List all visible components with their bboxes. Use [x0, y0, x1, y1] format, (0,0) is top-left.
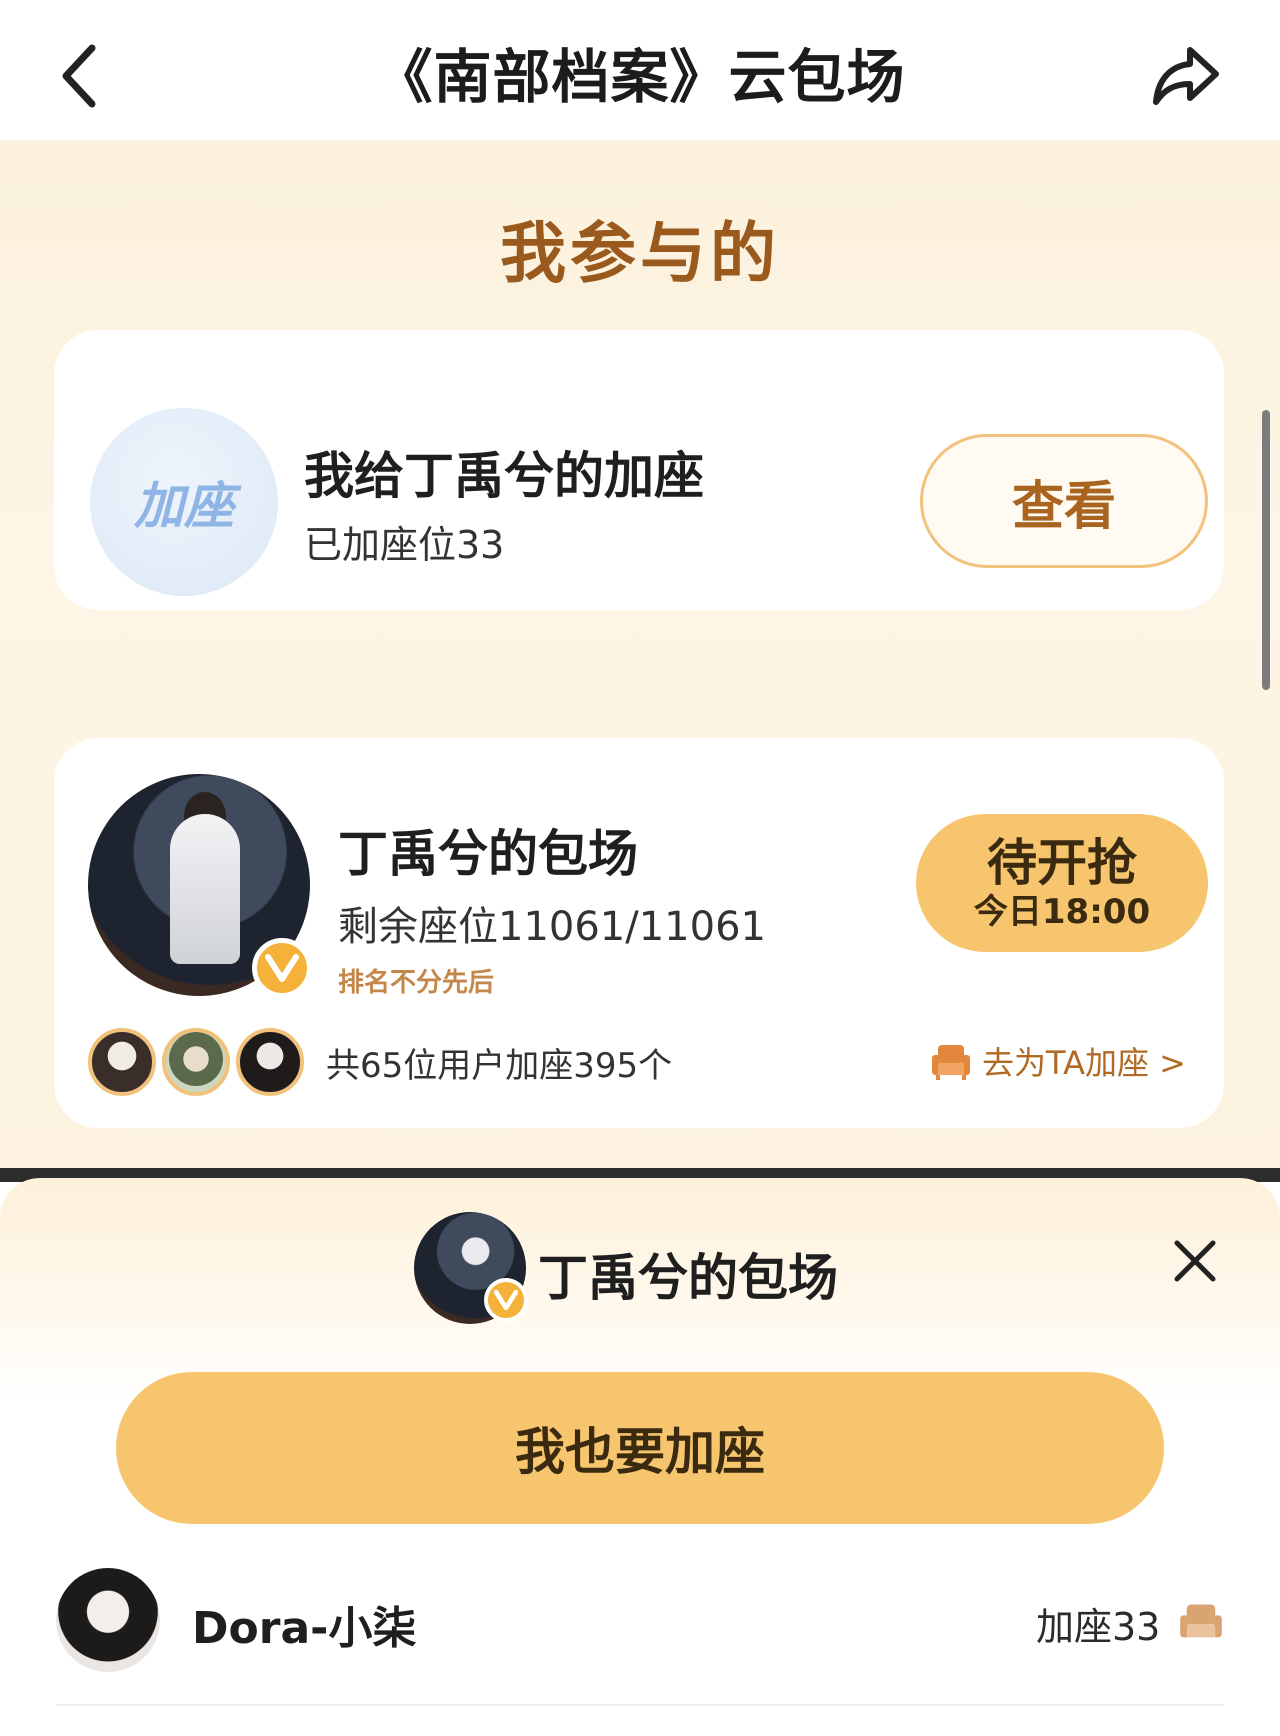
close-icon	[1174, 1240, 1216, 1282]
my-seat-title: 我给丁禹兮的加座	[304, 447, 704, 505]
view-button[interactable]: 查看	[920, 434, 1208, 568]
share-button[interactable]	[1146, 36, 1226, 116]
remaining-seats: 剩余座位11061/11061	[338, 904, 766, 950]
user-row: Dora-小柒 加座33	[0, 1556, 1280, 1686]
theater-card[interactable]: 丁禹兮的包场 剩余座位11061/11061 排名不分先后 待开抢 今日18:0…	[54, 738, 1224, 1128]
close-button[interactable]	[1166, 1232, 1224, 1290]
theater-title: 丁禹兮的包场	[338, 825, 638, 883]
go-add-seat-link[interactable]: 去为TA加座 >	[930, 1036, 1186, 1086]
my-seat-card: 加座 我给丁禹兮的加座 已加座位33 查看	[54, 330, 1224, 610]
share-icon	[1153, 47, 1219, 105]
user-name: Dora-小柒	[192, 1603, 417, 1654]
status-label: 待开抢	[987, 834, 1137, 892]
status-time: 今日18:00	[973, 892, 1151, 932]
participant-avatar	[236, 1028, 304, 1096]
back-button[interactable]	[48, 36, 108, 116]
user-avatar[interactable]	[56, 1568, 160, 1672]
chevron-left-icon	[62, 44, 96, 108]
seat-badge-icon: 加座	[90, 408, 278, 596]
my-seat-count: 已加座位33	[304, 523, 505, 567]
participant-avatar	[162, 1028, 230, 1096]
sofa-icon	[932, 1045, 970, 1080]
sheet-title: 丁禹兮的包场	[538, 1249, 838, 1307]
row-divider	[56, 1704, 1224, 1706]
rank-note: 排名不分先后	[338, 968, 495, 998]
join-count: 共65位用户加座395个	[326, 1046, 673, 1086]
section-title: 我参与的	[500, 215, 780, 292]
user-seat-count: 加座33	[1036, 1605, 1161, 1649]
go-add-seat-label: 去为TA加座 >	[982, 1044, 1186, 1082]
sofa-icon	[1180, 1604, 1222, 1638]
participant-avatar	[88, 1028, 156, 1096]
avatar-figure-shape	[170, 814, 240, 964]
top-bar: 《南部档案》云包场	[0, 0, 1280, 150]
bottom-sheet: 丁禹兮的包场 我也要加座 Dora-小柒 加座33	[0, 1178, 1280, 1736]
status-button[interactable]: 待开抢 今日18:00	[916, 814, 1208, 952]
verified-badge-icon	[252, 938, 312, 998]
verified-badge-icon	[484, 1278, 528, 1322]
page-title: 《南部档案》云包场	[374, 43, 906, 111]
join-seat-button[interactable]: 我也要加座	[116, 1372, 1164, 1524]
scrollbar[interactable]	[1262, 410, 1270, 690]
